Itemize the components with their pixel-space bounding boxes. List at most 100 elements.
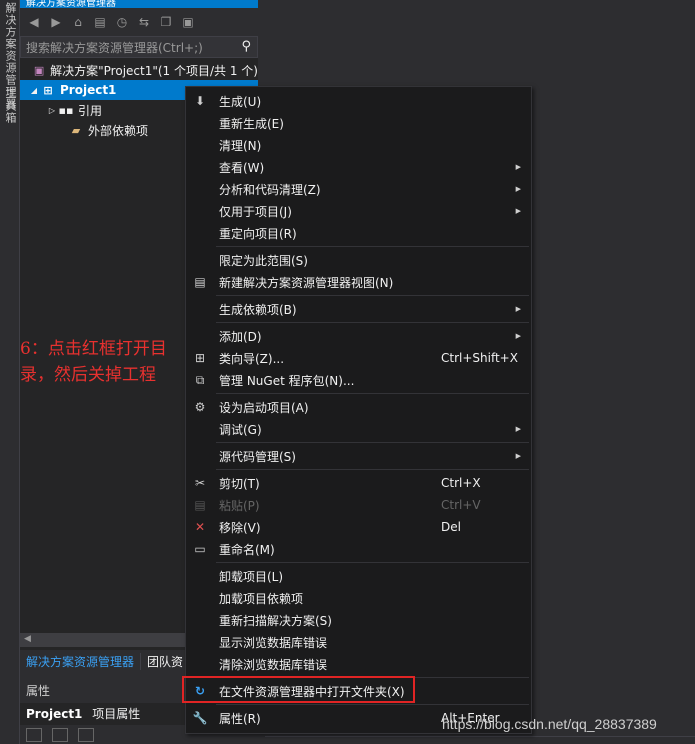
menu-item-show-db-errors[interactable]: 显示浏览数据库错误 <box>186 631 531 653</box>
collapsed-arrow-icon[interactable]: ▷ <box>46 106 58 115</box>
history-icon[interactable]: ◷ <box>114 14 130 30</box>
menu-label: 重新扫描解决方案(S) <box>219 613 332 628</box>
menu-shortcut: Del <box>441 520 461 534</box>
sync-icon[interactable]: ⇆ <box>136 14 152 30</box>
menu-label: 源代码管理(S) <box>219 449 296 464</box>
menu-separator <box>216 704 529 705</box>
menu-label: 显示浏览数据库错误 <box>219 635 328 650</box>
menu-item-rebuild[interactable]: 重新生成(E) <box>186 112 531 134</box>
solution-explorer-toolbar: ◀ ▶ ⌂ ▤ ◷ ⇆ ❐ ▣ <box>20 8 258 36</box>
menu-item-unload[interactable]: 卸载项目(L) <box>186 565 531 587</box>
menu-shortcut: Ctrl+Shift+X <box>441 351 518 365</box>
menu-item-rename[interactable]: ▭ 重命名(M) <box>186 538 531 560</box>
tree-item-solution[interactable]: ▣ 解决方案"Project1"(1 个项目/共 1 个) <box>20 60 258 80</box>
forward-icon[interactable]: ▶ <box>48 14 64 30</box>
menu-label: 仅用于项目(J) <box>219 204 292 219</box>
watermark: https://blog.csdn.net/qq_28837389 <box>442 716 657 732</box>
references-icon: ▪▪ <box>58 103 74 117</box>
menu-item-analyze[interactable]: 分析和代码清理(Z) ▶ <box>186 178 531 200</box>
menu-label: 调试(G) <box>219 422 262 437</box>
menu-item-class-wizard[interactable]: ⊞ 类向导(Z)... Ctrl+Shift+X <box>186 347 531 369</box>
menu-item-set-startup[interactable]: ⚙ 设为启动项目(A) <box>186 396 531 418</box>
menu-separator <box>216 442 529 443</box>
menu-item-view[interactable]: 查看(W) ▶ <box>186 156 531 178</box>
menu-label: 类向导(Z)... <box>219 351 285 366</box>
references-label: 引用 <box>78 103 103 118</box>
properties-object-name: Project1 <box>26 707 83 721</box>
properties-object-type: 项目属性 <box>92 707 141 721</box>
submenu-arrow-icon: ▶ <box>515 163 521 171</box>
menu-item-clear-db-errors[interactable]: 清除浏览数据库错误 <box>186 653 531 675</box>
menu-item-remove[interactable]: ✕ 移除(V) Del <box>186 516 531 538</box>
menu-label: 分析和代码清理(Z) <box>219 182 321 197</box>
collapse-all-icon[interactable]: ❐ <box>158 14 174 30</box>
menu-label: 生成依赖项(B) <box>219 302 297 317</box>
menu-label: 重新生成(E) <box>219 116 284 131</box>
left-tool-strip: 解决方案资源管理器 工具箱 <box>0 0 20 744</box>
submenu-arrow-icon: ▶ <box>515 425 521 433</box>
scissors-icon: ✂ <box>194 476 206 490</box>
menu-label: 清除浏览数据库错误 <box>219 657 328 672</box>
switch-views-icon[interactable]: ▤ <box>92 14 108 30</box>
menu-label: 移除(V) <box>219 520 261 535</box>
annotation-text: 6：点击红框打开目录，然后关掉工程 <box>20 339 167 385</box>
red-highlight-box <box>182 676 415 703</box>
panel-title: 解决方案资源管理器 <box>20 0 258 8</box>
menu-separator <box>216 295 529 296</box>
alphabetical-icon[interactable] <box>52 728 68 742</box>
menu-label: 重定向项目(R) <box>219 226 297 241</box>
tab-team-explorer[interactable]: 团队资 <box>141 653 189 670</box>
nuget-icon: ⧉ <box>195 372 205 387</box>
project-icon: ⊞ <box>43 83 53 97</box>
property-pages-icon[interactable] <box>78 728 94 742</box>
tab-solution-explorer[interactable]: 解决方案资源管理器 <box>20 652 142 670</box>
gear-icon: ⚙ <box>194 400 206 414</box>
rename-icon: ▭ <box>194 542 206 556</box>
new-view-icon: ▤ <box>194 275 206 289</box>
menu-label: 限定为此范围(S) <box>219 253 308 268</box>
menu-item-load-deps[interactable]: 加载项目依赖项 <box>186 587 531 609</box>
back-icon[interactable]: ◀ <box>26 14 42 30</box>
vertical-tab-toolbox[interactable]: 工具箱 <box>1 88 18 124</box>
menu-item-scope[interactable]: 限定为此范围(S) <box>186 249 531 271</box>
search-icon[interactable]: ⚲ <box>241 39 251 54</box>
submenu-arrow-icon: ▶ <box>515 452 521 460</box>
menu-item-clean[interactable]: 清理(N) <box>186 134 531 156</box>
menu-label: 添加(D) <box>219 329 262 344</box>
menu-separator <box>216 562 529 563</box>
solution-icon: ▣ <box>33 63 45 77</box>
menu-shortcut: Ctrl+V <box>441 498 481 512</box>
paste-icon: ▤ <box>194 498 206 512</box>
menu-item-cut[interactable]: ✂ 剪切(T) Ctrl+X <box>186 472 531 494</box>
categorized-icon[interactable] <box>26 728 42 742</box>
folder-icon: ▰ <box>71 123 81 137</box>
menu-item-project-only[interactable]: 仅用于项目(J) ▶ <box>186 200 531 222</box>
menu-label: 属性(R) <box>219 711 261 726</box>
scroll-left-icon[interactable]: ◀ <box>24 634 31 644</box>
menu-item-retarget[interactable]: 重定向项目(R) <box>186 222 531 244</box>
menu-item-add[interactable]: 添加(D) ▶ <box>186 325 531 347</box>
submenu-arrow-icon: ▶ <box>515 332 521 340</box>
menu-label: 粘贴(P) <box>219 498 260 513</box>
menu-item-new-view[interactable]: ▤ 新建解决方案资源管理器视图(N) <box>186 271 531 293</box>
menu-separator <box>216 246 529 247</box>
search-box[interactable]: 搜索解决方案资源管理器(Ctrl+;) ⚲ <box>20 36 258 58</box>
menu-separator <box>216 322 529 323</box>
solution-label: 解决方案"Project1"(1 个项目/共 1 个) <box>50 63 258 78</box>
menu-label: 设为启动项目(A) <box>219 400 309 415</box>
show-all-files-icon[interactable]: ▣ <box>180 14 196 30</box>
menu-item-nuget[interactable]: ⧉ 管理 NuGet 程序包(N)... <box>186 369 531 391</box>
external-deps-label: 外部依赖项 <box>88 123 149 138</box>
menu-item-rescan[interactable]: 重新扫描解决方案(S) <box>186 609 531 631</box>
menu-shortcut: Ctrl+X <box>441 476 481 490</box>
menu-item-build-deps[interactable]: 生成依赖项(B) ▶ <box>186 298 531 320</box>
home-icon[interactable]: ⌂ <box>70 14 86 30</box>
menu-item-build[interactable]: ⬇ 生成(U) <box>186 90 531 112</box>
class-wizard-icon: ⊞ <box>194 351 206 365</box>
expanded-arrow-icon[interactable]: ◢ <box>28 86 40 95</box>
menu-label: 新建解决方案资源管理器视图(N) <box>219 275 394 290</box>
search-input[interactable]: 搜索解决方案资源管理器(Ctrl+;) <box>26 39 203 56</box>
menu-label: 生成(U) <box>219 94 262 109</box>
menu-item-source-control[interactable]: 源代码管理(S) ▶ <box>186 445 531 467</box>
menu-item-debug[interactable]: 调试(G) ▶ <box>186 418 531 440</box>
